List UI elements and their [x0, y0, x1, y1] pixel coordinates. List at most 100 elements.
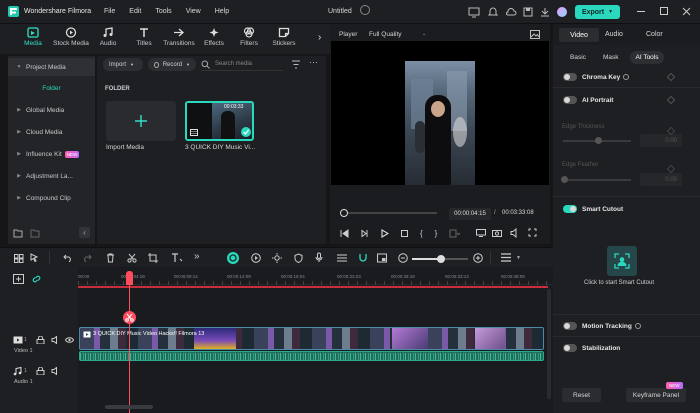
export-button[interactable]: Export ▼	[575, 5, 620, 19]
record-dropdown[interactable]: Record ▼	[148, 58, 196, 71]
sun-adjust-icon[interactable]	[272, 253, 282, 263]
ai-portrait-toggle[interactable]	[563, 96, 577, 104]
redo-icon[interactable]	[82, 254, 92, 262]
more-options-icon[interactable]: ···	[309, 57, 318, 67]
text-tool-icon[interactable]	[171, 253, 183, 263]
audio-on-icon[interactable]	[51, 367, 60, 375]
playhead-handle[interactable]	[126, 271, 133, 285]
multi-track-icon[interactable]	[336, 253, 348, 263]
quality-dropdown[interactable]: Full Quality	[369, 31, 402, 38]
shield-mark-icon[interactable]	[294, 253, 303, 263]
search-box[interactable]: Search media	[201, 58, 283, 71]
tab-color[interactable]: Color	[646, 31, 663, 38]
tab-filters[interactable]: Filters	[229, 27, 269, 47]
minimize-icon[interactable]	[637, 11, 645, 12]
sidebar-item-cloud-media[interactable]: ▶ Cloud Media	[8, 123, 95, 141]
download-icon[interactable]	[539, 6, 551, 18]
tab-media[interactable]: Media	[13, 27, 53, 47]
media-clip-thumbnail[interactable]: 00:03:33	[185, 101, 254, 141]
chevron-down-icon[interactable]: ▼	[516, 255, 521, 261]
import-dropdown[interactable]: Import ▼	[103, 58, 143, 71]
time-ruler[interactable]: 00:00 00:00:04:19 00:00:09:14 00:00:14:0…	[78, 267, 553, 285]
fullscreen-icon[interactable]	[528, 228, 537, 237]
lock-icon[interactable]	[36, 336, 45, 344]
track-layout-icon[interactable]	[500, 253, 512, 263]
subtab-ai-tools[interactable]: AI Tools	[630, 51, 664, 64]
chevron-right-icon[interactable]: ›	[318, 32, 321, 43]
preview-canvas[interactable]	[331, 41, 549, 185]
audio-clip[interactable]	[79, 351, 544, 361]
layout-grid-icon[interactable]	[14, 254, 24, 263]
chevron-down-icon[interactable]: ⌄	[422, 31, 426, 37]
filter-sort-icon[interactable]	[291, 60, 301, 69]
display-icon[interactable]	[468, 6, 480, 18]
close-icon[interactable]	[682, 7, 691, 16]
tab-audio[interactable]: Audio	[88, 27, 128, 47]
audio-volume-icon[interactable]	[510, 228, 519, 238]
step-back-icon[interactable]	[340, 228, 349, 238]
tab-titles[interactable]: Titles	[124, 27, 164, 47]
search-input[interactable]: Search media	[215, 61, 252, 67]
edge-thickness-input[interactable]: 0.00	[640, 134, 682, 147]
zoom-out-icon[interactable]	[398, 253, 408, 263]
render-play-icon[interactable]	[251, 253, 261, 263]
audio-on-icon[interactable]	[51, 336, 60, 344]
folder-icon[interactable]	[30, 229, 40, 238]
preview-scrubber[interactable]	[342, 212, 437, 214]
tab-transitions[interactable]: Transitions	[159, 27, 199, 47]
import-media-tile[interactable]	[106, 101, 176, 141]
sidebar-item-folder[interactable]: Folder	[8, 79, 95, 97]
chroma-key-toggle[interactable]	[563, 73, 577, 81]
vertical-scrollbar[interactable]	[547, 289, 551, 399]
keyframe-panel-button[interactable]: Keyframe Panel	[626, 388, 686, 402]
avatar[interactable]	[557, 7, 567, 17]
previous-frame-icon[interactable]	[360, 229, 369, 238]
smart-cutout-toggle[interactable]	[563, 205, 577, 213]
tab-video[interactable]: Video	[559, 28, 599, 42]
snap-magnet-icon[interactable]	[358, 253, 368, 263]
help-icon[interactable]	[623, 74, 630, 80]
sidebar-item-compound-clip[interactable]: ▶ Compound Clip	[8, 189, 95, 207]
snapshot-image-icon[interactable]	[530, 30, 540, 39]
sidebar-item-influence-kit[interactable]: ▶ Influence Kit NEW	[8, 145, 95, 163]
edge-thickness-handle[interactable]	[595, 137, 602, 144]
edge-feather-handle[interactable]	[561, 176, 568, 183]
horizontal-scrollbar[interactable]	[105, 405, 153, 409]
zoom-in-icon[interactable]	[473, 253, 483, 263]
current-timecode[interactable]: 00:00:04:15	[449, 208, 491, 220]
smart-cutout-start-button[interactable]	[607, 246, 637, 276]
stabilization-toggle[interactable]	[563, 344, 577, 352]
stop-icon[interactable]	[400, 229, 409, 238]
save-icon[interactable]	[522, 6, 534, 18]
notification-icon[interactable]	[487, 6, 499, 18]
video-clip[interactable]: 3 QUICK DIY Music Video Hacks!! Filmora …	[79, 327, 544, 350]
link-icon[interactable]	[31, 274, 42, 284]
subtab-mask[interactable]: Mask	[603, 54, 619, 61]
picture-in-picture-icon[interactable]	[377, 253, 387, 263]
subtab-basic[interactable]: Basic	[570, 54, 586, 61]
sidebar-item-project-media[interactable]: ▼ Project Media	[8, 58, 95, 76]
tab-effects[interactable]: Effects	[194, 27, 234, 47]
visibility-eye-icon[interactable]	[65, 336, 74, 344]
keyframe-diamond-icon[interactable]	[666, 95, 676, 105]
more-tools-icon[interactable]: »	[194, 251, 200, 262]
delete-icon[interactable]	[106, 253, 115, 263]
tab-stock-media[interactable]: Stock Media	[51, 27, 91, 47]
menu-help[interactable]: Help	[215, 8, 229, 15]
split-scissors-icon[interactable]	[127, 253, 137, 263]
tab-audio[interactable]: Audio	[605, 31, 623, 38]
undo-icon[interactable]	[63, 254, 73, 262]
scrubber-handle[interactable]	[340, 209, 348, 217]
crop-icon[interactable]	[148, 253, 158, 263]
ai-tool-icon[interactable]	[227, 252, 239, 264]
new-folder-icon[interactable]	[13, 229, 23, 238]
cloud-icon[interactable]	[505, 6, 517, 18]
microphone-icon[interactable]	[315, 252, 323, 263]
edge-feather-slider[interactable]	[563, 179, 631, 181]
display-monitor-icon[interactable]	[476, 229, 486, 237]
help-icon[interactable]	[634, 323, 641, 329]
tab-stickers[interactable]: Stickers	[264, 27, 304, 47]
reset-button[interactable]: Reset	[562, 388, 601, 402]
project-info-icon[interactable]	[360, 5, 370, 15]
sidebar-item-adjustment-layer[interactable]: ▶ Adjustment La...	[8, 167, 95, 185]
